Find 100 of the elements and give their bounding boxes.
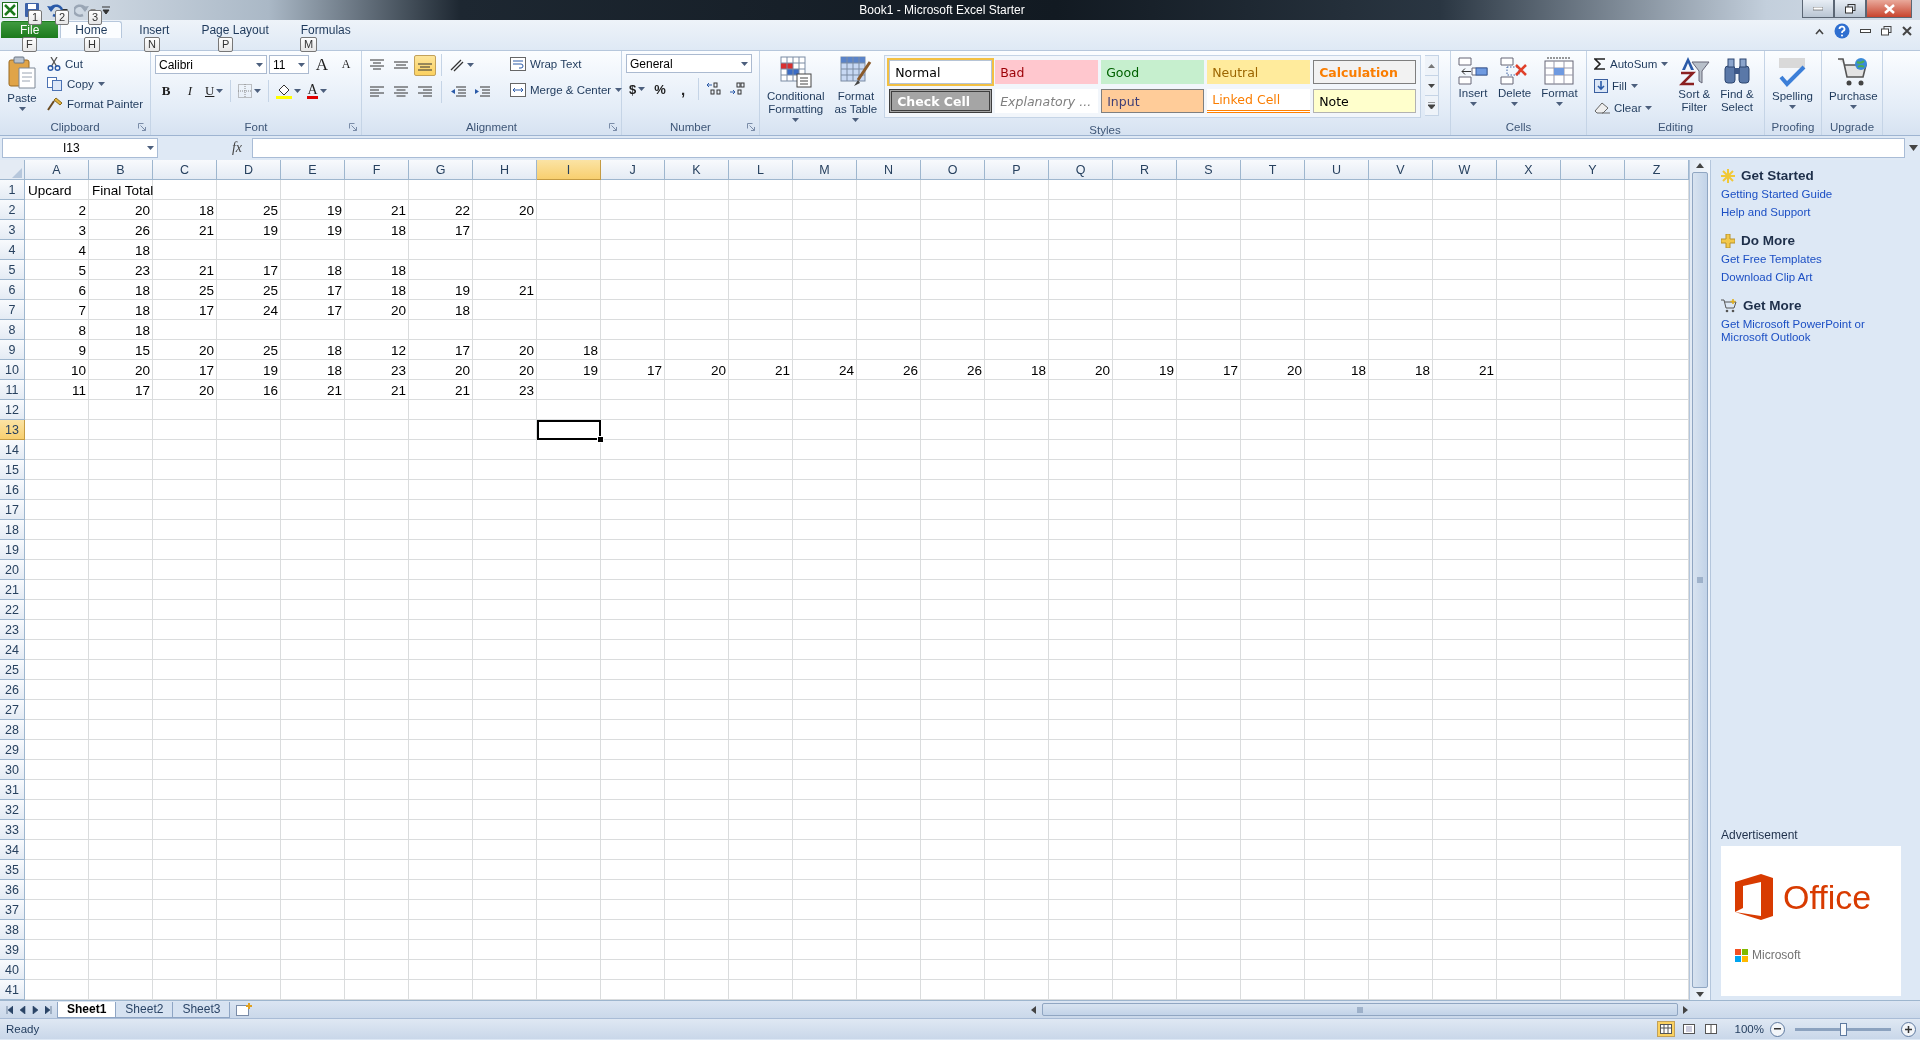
customize-icon[interactable] <box>102 5 110 15</box>
insert-function-button[interactable]: fx <box>162 140 248 156</box>
cell-cursor[interactable] <box>537 420 601 440</box>
row-header[interactable]: 22 <box>0 600 25 620</box>
panel-link[interactable]: Getting Started Guide <box>1721 188 1911 201</box>
cell-style[interactable]: Bad <box>995 60 1099 84</box>
vertical-align-button[interactable] <box>414 54 436 76</box>
zoom-in-button[interactable] <box>1901 1021 1916 1037</box>
cell-style[interactable]: Input <box>1101 89 1205 113</box>
cells-button[interactable]: Format <box>1538 54 1581 108</box>
restore-button[interactable] <box>1834 0 1866 18</box>
column-header[interactable]: Y <box>1561 160 1625 180</box>
column-header[interactable]: P <box>985 160 1049 180</box>
bold-button[interactable]: B <box>155 80 177 102</box>
row-header[interactable]: 4 <box>0 240 25 260</box>
row-header[interactable]: 14 <box>0 440 25 460</box>
column-header[interactable]: J <box>601 160 665 180</box>
row-header[interactable]: 38 <box>0 920 25 940</box>
launcher-icon[interactable] <box>138 123 146 131</box>
row-header[interactable]: 3 <box>0 220 25 240</box>
sheet-tab[interactable]: Sheet2 <box>115 1001 174 1018</box>
row-header[interactable]: 25 <box>0 660 25 680</box>
launcher-icon[interactable] <box>609 123 617 131</box>
find-select-button[interactable]: Find & Select <box>1717 54 1757 116</box>
launcher-icon[interactable] <box>349 123 357 131</box>
normal-view-button[interactable] <box>1656 1021 1675 1037</box>
clear-button[interactable]: Clear <box>1591 98 1672 118</box>
row-header[interactable]: 27 <box>0 700 25 720</box>
grow-font-button[interactable]: A <box>311 54 333 75</box>
column-header[interactable]: Q <box>1049 160 1113 180</box>
fill-handle[interactable] <box>597 436 604 443</box>
scrollbar-thumb[interactable] <box>1692 172 1708 988</box>
row-header[interactable]: 19 <box>0 540 25 560</box>
cell-style[interactable]: Explanatory ... <box>995 89 1099 113</box>
row-header[interactable]: 15 <box>0 460 25 480</box>
row-header[interactable]: 33 <box>0 820 25 840</box>
more-icon[interactable] <box>1428 102 1436 109</box>
column-header[interactable]: U <box>1305 160 1369 180</box>
cell-style[interactable]: Neutral <box>1207 60 1311 84</box>
column-header[interactable]: G <box>409 160 473 180</box>
row-header[interactable]: 35 <box>0 860 25 880</box>
fill-button[interactable]: Fill <box>1591 76 1672 96</box>
number-format-field[interactable]: General <box>626 54 752 73</box>
panel-link[interactable]: Get Free Templates <box>1721 253 1911 266</box>
row-header[interactable]: 17 <box>0 500 25 520</box>
conditional-formatting-button[interactable]: Conditional Formatting <box>764 54 828 124</box>
row-header[interactable]: 32 <box>0 800 25 820</box>
purchase-button[interactable]: Purchase <box>1826 54 1881 111</box>
column-header[interactable]: I <box>537 160 601 180</box>
column-header[interactable]: R <box>1113 160 1177 180</box>
row-header[interactable]: 10 <box>0 360 25 380</box>
panel-link[interactable]: Help and Support <box>1721 206 1911 219</box>
row-header[interactable]: 26 <box>0 680 25 700</box>
help-icon[interactable] <box>1834 23 1850 39</box>
paste-button[interactable]: Paste <box>4 54 40 113</box>
row-header[interactable]: 5 <box>0 260 25 280</box>
column-header[interactable]: E <box>281 160 345 180</box>
scroll-up-icon[interactable] <box>1428 63 1436 68</box>
row-header[interactable]: 23 <box>0 620 25 640</box>
row-header[interactable]: 30 <box>0 760 25 780</box>
row-header[interactable]: 12 <box>0 400 25 420</box>
minimize-icon[interactable] <box>1860 28 1871 34</box>
column-header[interactable]: X <box>1497 160 1561 180</box>
copy-button[interactable]: Copy <box>44 74 147 94</box>
row-header[interactable]: 29 <box>0 740 25 760</box>
row-header[interactable]: 7 <box>0 300 25 320</box>
italic-button[interactable]: I <box>179 80 201 102</box>
page-layout-view-button[interactable] <box>1680 1022 1697 1036</box>
wrap-text-button[interactable]: Wrap Text <box>507 54 626 74</box>
merge-center-button[interactable]: Merge & Center <box>507 80 626 100</box>
column-header[interactable]: K <box>665 160 729 180</box>
cells-button[interactable]: Insert <box>1455 54 1491 108</box>
font-color-button[interactable]: A <box>305 80 329 102</box>
minimize-button[interactable] <box>1802 0 1834 18</box>
row-header[interactable]: 11 <box>0 380 25 400</box>
percent-button[interactable]: % <box>649 78 671 100</box>
gallery-scrollbar[interactable] <box>1425 55 1440 116</box>
row-header[interactable]: 2 <box>0 200 25 220</box>
panel-link[interactable]: Get Microsoft PowerPoint or Microsoft Outlook <box>1721 318 1911 344</box>
horizontal-scrollbar[interactable] <box>1030 1002 1690 1017</box>
scroll-down-icon[interactable] <box>1428 83 1436 88</box>
column-header[interactable]: W <box>1433 160 1497 180</box>
row-header[interactable]: 37 <box>0 900 25 920</box>
column-header[interactable]: N <box>857 160 921 180</box>
expand-icon[interactable] <box>1909 145 1918 151</box>
row-header[interactable]: 16 <box>0 480 25 500</box>
row-header[interactable]: 20 <box>0 560 25 580</box>
column-header[interactable]: T <box>1241 160 1305 180</box>
vertical-scrollbar[interactable] <box>1689 160 1710 1000</box>
spelling-button[interactable]: Spelling <box>1769 54 1816 111</box>
sheet-tab[interactable]: Sheet1 <box>57 1001 117 1018</box>
row-header[interactable]: 1 <box>0 180 25 200</box>
shrink-font-button[interactable]: A <box>335 54 357 75</box>
row-header[interactable]: 41 <box>0 980 25 1000</box>
ribbon-tab[interactable]: Formulas <box>285 21 366 38</box>
cut-button[interactable]: Cut <box>44 54 147 74</box>
column-header[interactable]: F <box>345 160 409 180</box>
row-header[interactable]: 21 <box>0 580 25 600</box>
restore-icon[interactable] <box>1881 26 1892 36</box>
ribbon-tab[interactable]: Insert <box>124 21 185 38</box>
